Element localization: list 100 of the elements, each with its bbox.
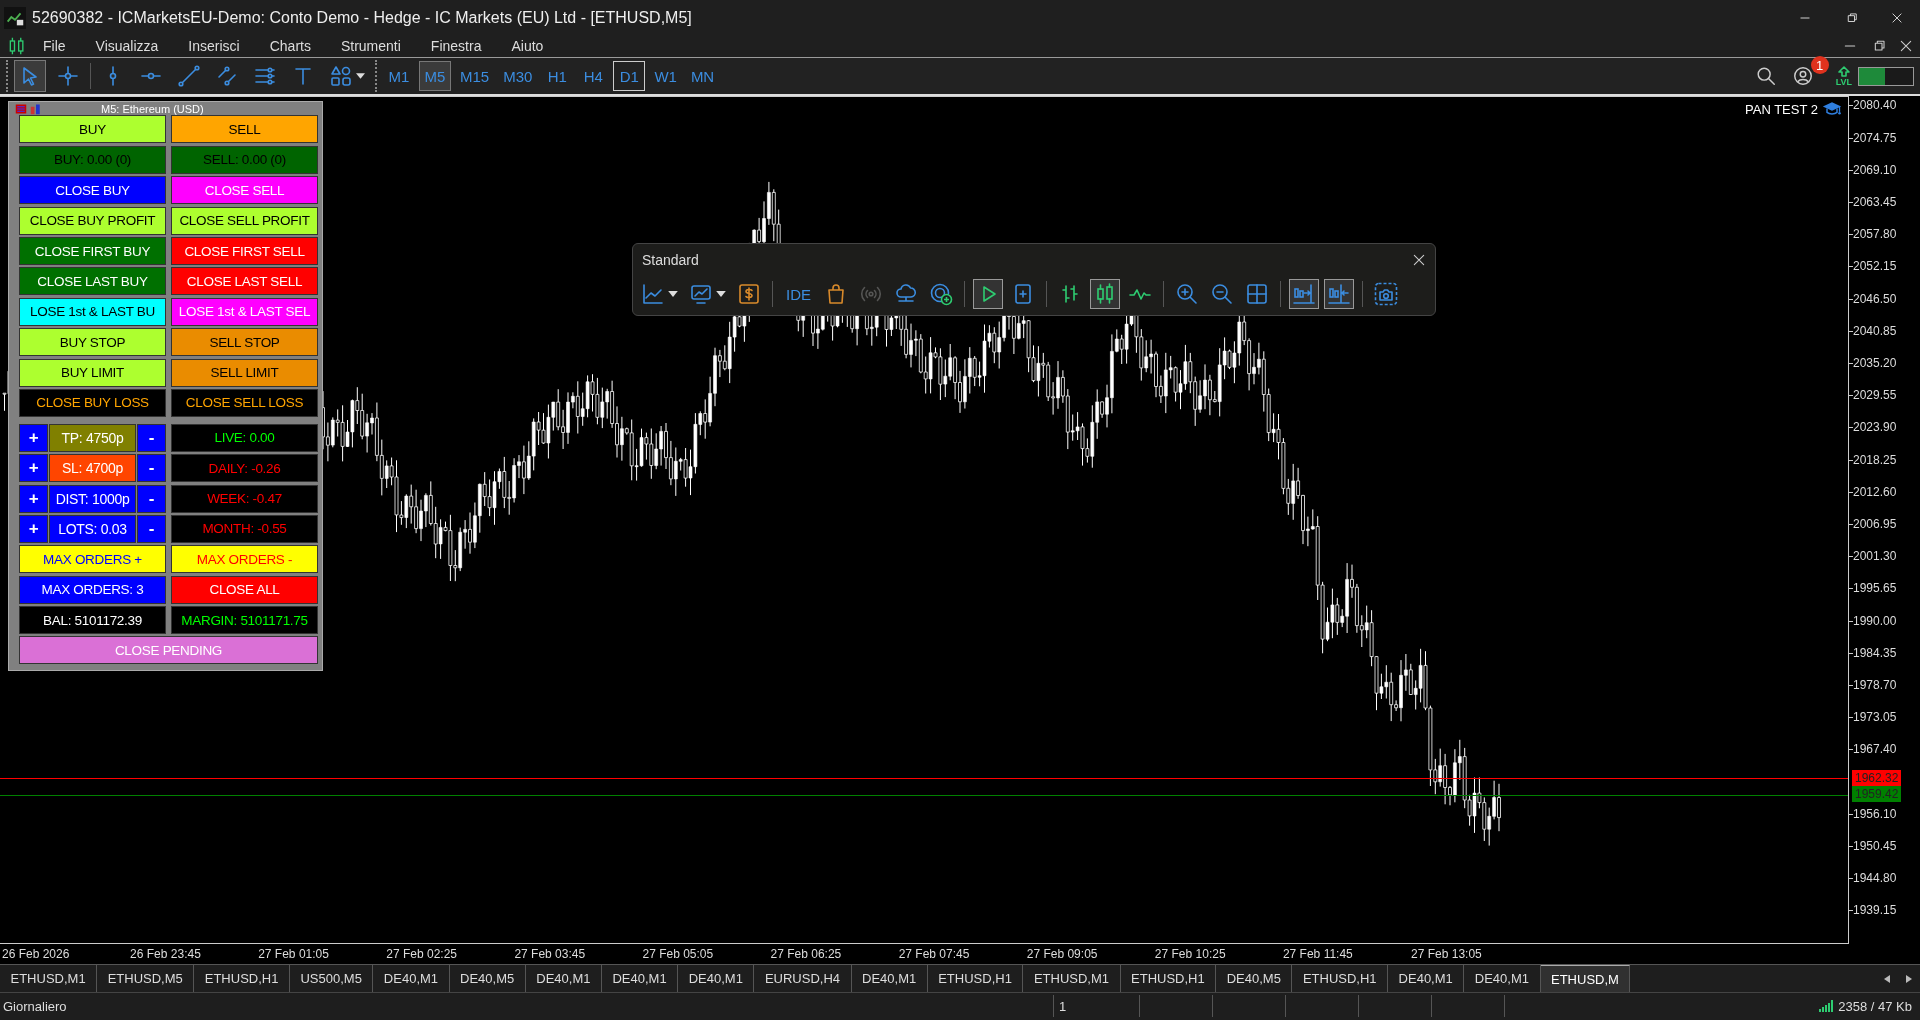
- panel-button[interactable]: LOTS: 0.03: [49, 514, 136, 543]
- time-tick: 26 Feb 23:45: [130, 946, 202, 961]
- time-tick: 27 Feb 09:05: [1026, 946, 1099, 961]
- chart-tab[interactable]: DE40,M1: [525, 965, 602, 992]
- chart-tab[interactable]: ETHUSD,M1: [1023, 965, 1121, 992]
- chart-tab[interactable]: EURUSD,H4: [754, 965, 852, 992]
- status-text: 1: [1053, 995, 1139, 1018]
- panel-button[interactable]: -: [137, 423, 166, 452]
- time-tick: 27 Feb 01:05: [258, 946, 330, 961]
- panel-button[interactable]: +: [19, 484, 48, 513]
- panel-button[interactable]: -: [137, 484, 166, 513]
- timeframe-button[interactable]: M15: [455, 61, 495, 92]
- chart-tab[interactable]: ETHUSD,H1: [1120, 965, 1217, 992]
- cursor-icon[interactable]: [14, 60, 46, 93]
- timeframe-button[interactable]: M1: [383, 61, 415, 92]
- panel-button[interactable]: MAX ORDERS -: [171, 545, 318, 574]
- panel-button[interactable]: MAX ORDERS +: [19, 545, 166, 574]
- panel-button[interactable]: DIST: 1000p: [49, 484, 136, 513]
- panel-button[interactable]: CLOSE SELL PROFIT: [171, 206, 318, 235]
- chart-tab[interactable]: US500,M5: [289, 965, 374, 992]
- scroll-left-icon[interactable]: [1884, 974, 1890, 983]
- chart-tab[interactable]: ETHUSD,M: [1540, 965, 1631, 992]
- time-tick: 27 Feb 10:25: [1154, 946, 1227, 961]
- panel-button[interactable]: SELL: [171, 115, 318, 144]
- panel-button[interactable]: MAX ORDERS: 3: [19, 575, 166, 604]
- chart-tab[interactable]: ETHUSD,H1: [927, 965, 1024, 992]
- auto-scroll-icon[interactable]: [1324, 279, 1354, 310]
- panel-button[interactable]: -: [137, 514, 166, 543]
- panel-button[interactable]: BUY LIMIT: [19, 358, 166, 387]
- ide-button[interactable]: IDE: [781, 279, 816, 310]
- panel-button[interactable]: +: [19, 514, 48, 543]
- timeframe-button[interactable]: W1: [649, 61, 682, 92]
- chart-tab[interactable]: DE40,M1: [1464, 965, 1541, 992]
- chart-tab[interactable]: DE40,M1: [678, 965, 755, 992]
- chart-bars-icon: [30, 102, 42, 115]
- panel-button[interactable]: -: [137, 454, 166, 483]
- panel-button[interactable]: +: [19, 454, 48, 483]
- chart-tab[interactable]: DE40,M1: [373, 965, 450, 992]
- panel-button[interactable]: DAILY: -0.26: [171, 454, 318, 483]
- timeframe-button[interactable]: H4: [577, 61, 610, 92]
- panel-button[interactable]: CLOSE SELL LOSS: [171, 388, 318, 417]
- time-tick: 26 Feb 2026: [2, 946, 71, 961]
- chart-tab[interactable]: ETHUSD,M5: [97, 965, 195, 992]
- time-tick: 27 Feb 03:45: [514, 946, 587, 961]
- panel-button[interactable]: CLOSE LAST BUY: [19, 267, 166, 296]
- time-tick: 27 Feb 11:45: [1282, 946, 1354, 961]
- panel-button[interactable]: BUY: [19, 115, 166, 144]
- chart-tab[interactable]: DE40,M5: [1216, 965, 1293, 992]
- account-icon[interactable]: [1791, 65, 1814, 88]
- timeframe-button[interactable]: MN: [685, 61, 720, 92]
- candlestick-icon[interactable]: [1090, 279, 1120, 310]
- price-label: 1959.42: [1852, 786, 1902, 803]
- connection-bars-icon: [1819, 1000, 1834, 1013]
- time-tick: 27 Feb 07:45: [898, 946, 971, 961]
- panel-button[interactable]: MONTH: -0.55: [171, 514, 318, 543]
- panel-button[interactable]: BUY STOP: [19, 328, 166, 357]
- chart-tab[interactable]: ETHUSD,H1: [1292, 965, 1389, 992]
- arrow-up-icon: [1837, 65, 1850, 77]
- list-icon: [15, 102, 27, 115]
- panel-button[interactable]: LOSE 1st & LAST BU: [19, 297, 166, 326]
- panel-button[interactable]: SELL STOP: [171, 328, 318, 357]
- panel-button[interactable]: CLOSE FIRST SELL: [171, 237, 318, 265]
- panel-button[interactable]: +: [19, 423, 48, 452]
- chart-tab[interactable]: DE40,M5: [449, 965, 526, 992]
- timeframe-button[interactable]: H1: [541, 61, 574, 92]
- menu-item[interactable]: Visualizza: [93, 38, 161, 55]
- panel-button[interactable]: CLOSE ALL: [171, 575, 318, 604]
- panel-button[interactable]: BAL: 5101172.39: [19, 606, 166, 635]
- panel-button[interactable]: CLOSE BUY PROFIT: [19, 206, 166, 235]
- level-up-button[interactable]: LVL: [1835, 65, 1852, 87]
- chart-tab[interactable]: DE40,M1: [1388, 965, 1465, 992]
- panel-button[interactable]: CLOSE BUY: [19, 176, 166, 205]
- play-icon[interactable]: [973, 279, 1003, 310]
- scroll-right-icon[interactable]: [1906, 974, 1912, 983]
- chart-tab[interactable]: DE40,M1: [851, 965, 928, 992]
- timeframe-button[interactable]: M30: [498, 61, 538, 92]
- panel-button[interactable]: CLOSE FIRST BUY: [19, 237, 166, 265]
- chart-shift-icon[interactable]: [1289, 279, 1319, 310]
- status-text: Giornaliero: [2, 998, 68, 1014]
- chart-tab[interactable]: ETHUSD,H1: [194, 965, 290, 992]
- toolbar-title: Standard: [642, 252, 699, 269]
- menu-item[interactable]: Finestra: [428, 38, 484, 55]
- app-logo-icon: [4, 6, 26, 29]
- menu-item[interactable]: File: [41, 38, 68, 55]
- panel-button[interactable]: WEEK: -0.47: [171, 484, 318, 513]
- chart-tab[interactable]: ETHUSD,M1: [0, 965, 98, 992]
- menu-item[interactable]: Strumenti: [338, 38, 403, 55]
- price-label: 1962.32: [1852, 769, 1902, 786]
- timeframe-button[interactable]: D1: [613, 61, 646, 92]
- panel-button[interactable]: CLOSE LAST SELL: [171, 267, 318, 296]
- panel-button[interactable]: CLOSE BUY LOSS: [19, 388, 166, 417]
- menu-item[interactable]: Inserisci: [186, 38, 242, 55]
- chart-tab[interactable]: DE40,M1: [601, 965, 679, 992]
- chart-caption: M5: Ethereum (USD): [101, 102, 204, 115]
- menu-item[interactable]: Charts: [267, 38, 313, 55]
- panel-button[interactable]: SELL LIMIT: [171, 358, 318, 387]
- menu-item[interactable]: Aiuto: [509, 38, 546, 55]
- panel-button[interactable]: TP: 4750p: [49, 423, 136, 452]
- panel-button[interactable]: MARGIN: 5101171.75: [171, 606, 318, 635]
- panel-button[interactable]: LIVE: 0.00: [171, 423, 318, 452]
